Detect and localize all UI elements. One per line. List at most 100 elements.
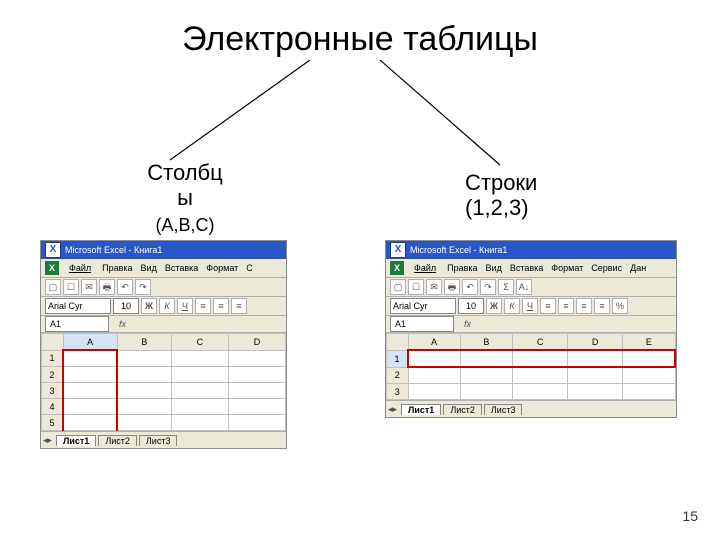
menu-insert[interactable]: Вставка [507, 263, 546, 273]
menu-data[interactable]: Дан [627, 263, 649, 273]
font-size-selector[interactable]: 10 [458, 298, 484, 314]
cell[interactable] [513, 367, 568, 384]
print-icon[interactable]: 🖶 [444, 279, 460, 295]
redo-icon[interactable]: ↷ [480, 279, 496, 295]
col-header-b[interactable]: B [117, 334, 171, 351]
cell[interactable] [63, 367, 117, 383]
open-icon[interactable]: ☐ [63, 279, 79, 295]
select-all-corner[interactable] [42, 334, 64, 351]
select-all-corner[interactable] [387, 334, 409, 351]
cell[interactable] [460, 384, 512, 400]
cell[interactable] [117, 383, 171, 399]
undo-icon[interactable]: ↶ [462, 279, 478, 295]
col-header-c[interactable]: C [171, 334, 228, 351]
cell[interactable] [623, 350, 675, 367]
row-header[interactable]: 1 [42, 350, 64, 367]
cell[interactable] [117, 415, 171, 431]
cell[interactable] [408, 350, 460, 367]
italic-icon[interactable]: К [504, 298, 520, 314]
row-header[interactable]: 1 [387, 350, 409, 367]
font-selector[interactable]: Arial Cyr [390, 298, 456, 314]
row-header[interactable]: 3 [387, 384, 409, 400]
menu-view[interactable]: Вид [138, 263, 160, 273]
row-header[interactable]: 2 [42, 367, 64, 383]
merge-icon[interactable]: ≡ [594, 298, 610, 314]
row-header[interactable]: 3 [42, 383, 64, 399]
cell[interactable] [513, 384, 568, 400]
name-box[interactable]: A1 [45, 316, 109, 332]
sheet-tab-2[interactable]: Лист2 [98, 435, 137, 446]
menu-file[interactable]: Файл [63, 263, 97, 273]
cell[interactable] [623, 367, 675, 384]
cell[interactable] [408, 384, 460, 400]
menu-insert[interactable]: Вставка [162, 263, 201, 273]
align-right-icon[interactable]: ≡ [576, 298, 592, 314]
col-header-d[interactable]: D [228, 334, 285, 351]
align-left-icon[interactable]: ≡ [195, 298, 211, 314]
print-icon[interactable]: 🖶 [99, 279, 115, 295]
sheet-tab-3[interactable]: Лист3 [484, 404, 523, 415]
font-selector[interactable]: Arial Cyr [45, 298, 111, 314]
cell[interactable] [228, 383, 285, 399]
menu-view[interactable]: Вид [483, 263, 505, 273]
row-header[interactable]: 5 [42, 415, 64, 431]
cell[interactable] [171, 415, 228, 431]
name-box[interactable]: A1 [390, 316, 454, 332]
sum-icon[interactable]: Σ [498, 279, 514, 295]
cell[interactable] [460, 367, 512, 384]
cell[interactable] [117, 399, 171, 415]
percent-icon[interactable]: % [612, 298, 628, 314]
redo-icon[interactable]: ↷ [135, 279, 151, 295]
cell[interactable] [623, 384, 675, 400]
sheet-tab-1[interactable]: Лист1 [401, 404, 441, 415]
menu-cut[interactable]: С [243, 263, 256, 273]
cell[interactable] [117, 367, 171, 383]
align-left-icon[interactable]: ≡ [540, 298, 556, 314]
col-header-d[interactable]: D [568, 334, 623, 351]
col-header-e[interactable]: E [623, 334, 675, 351]
sort-icon[interactable]: A↓ [516, 279, 532, 295]
new-icon[interactable]: ▢ [390, 279, 406, 295]
bold-icon[interactable]: Ж [486, 298, 502, 314]
save-icon[interactable]: ✉ [426, 279, 442, 295]
cell[interactable] [568, 367, 623, 384]
cell[interactable] [63, 383, 117, 399]
row-header[interactable]: 2 [387, 367, 409, 384]
cell[interactable] [228, 350, 285, 367]
spreadsheet-grid[interactable]: A B C D E 1 2 3 [386, 333, 676, 400]
new-icon[interactable]: ▢ [45, 279, 61, 295]
underline-icon[interactable]: Ч [522, 298, 538, 314]
cell[interactable] [171, 383, 228, 399]
menu-file[interactable]: Файл [408, 263, 442, 273]
sheet-tab-2[interactable]: Лист2 [443, 404, 482, 415]
cell[interactable] [228, 367, 285, 383]
sheet-tab-3[interactable]: Лист3 [139, 435, 178, 446]
align-right-icon[interactable]: ≡ [231, 298, 247, 314]
cell[interactable] [513, 350, 568, 367]
cell[interactable] [63, 350, 117, 367]
row-header[interactable]: 4 [42, 399, 64, 415]
italic-icon[interactable]: К [159, 298, 175, 314]
tab-nav-icon[interactable]: ◂▸ [41, 435, 54, 446]
align-center-icon[interactable]: ≡ [558, 298, 574, 314]
cell[interactable] [408, 367, 460, 384]
cell[interactable] [63, 399, 117, 415]
menu-format[interactable]: Формат [203, 263, 241, 273]
spreadsheet-grid[interactable]: A B C D 1 2 3 4 5 [41, 333, 286, 431]
col-header-b[interactable]: B [460, 334, 512, 351]
cell[interactable] [171, 350, 228, 367]
cell[interactable] [460, 350, 512, 367]
cell[interactable] [568, 350, 623, 367]
save-icon[interactable]: ✉ [81, 279, 97, 295]
cell[interactable] [171, 399, 228, 415]
cell[interactable] [228, 399, 285, 415]
menu-format[interactable]: Формат [548, 263, 586, 273]
cell[interactable] [568, 384, 623, 400]
cell[interactable] [63, 415, 117, 431]
align-center-icon[interactable]: ≡ [213, 298, 229, 314]
menu-tools[interactable]: Сервис [588, 263, 625, 273]
col-header-c[interactable]: C [513, 334, 568, 351]
menu-edit[interactable]: Правка [444, 263, 480, 273]
col-header-a[interactable]: A [408, 334, 460, 351]
bold-icon[interactable]: Ж [141, 298, 157, 314]
